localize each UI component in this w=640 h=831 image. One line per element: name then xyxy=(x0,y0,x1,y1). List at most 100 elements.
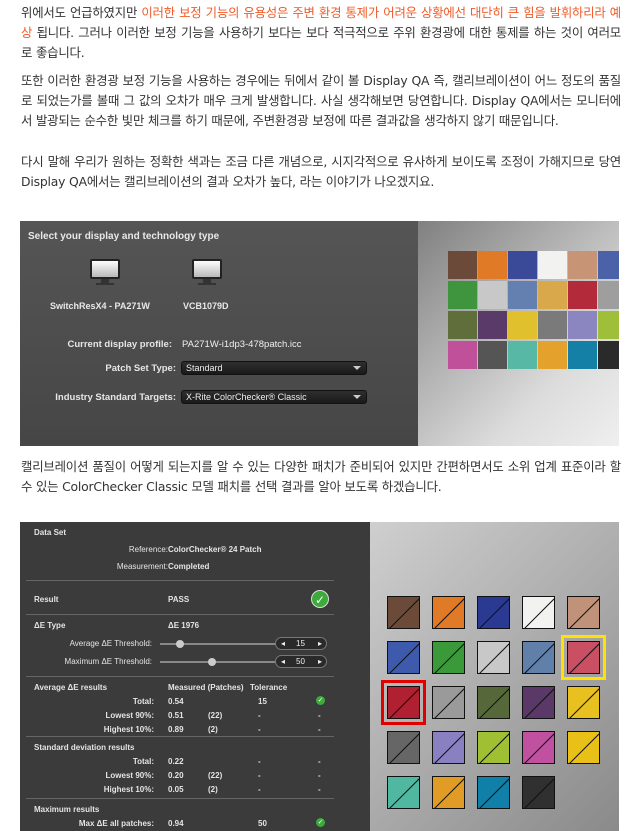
result-patch[interactable] xyxy=(567,686,600,719)
row-tolerance: - xyxy=(258,757,261,766)
max-threshold-slider[interactable] xyxy=(160,658,280,666)
color-patch xyxy=(478,281,507,309)
patch-set-label: Patch Set Type: xyxy=(105,363,176,374)
result-patch[interactable] xyxy=(477,776,510,809)
row-label: Lowest 90%: xyxy=(105,711,154,720)
color-patch xyxy=(538,251,567,279)
row-tolerance: 50 xyxy=(258,819,267,828)
result-patch[interactable] xyxy=(432,731,465,764)
result-patch[interactable] xyxy=(522,596,555,629)
color-patch xyxy=(538,311,567,339)
color-patch xyxy=(508,311,537,339)
color-patch xyxy=(448,251,477,279)
row-tolerance: 15 xyxy=(258,697,267,706)
row-value: 0.94 xyxy=(168,819,184,828)
slider-knob[interactable] xyxy=(176,640,184,648)
std-results-heading: Standard deviation results xyxy=(34,743,135,752)
slider-knob[interactable] xyxy=(208,658,216,666)
display-qa-setup-screenshot: Select your display and technology type … xyxy=(20,221,619,446)
result-patch[interactable] xyxy=(381,680,426,725)
result-patch[interactable] xyxy=(387,641,420,674)
row-label: Total: xyxy=(132,697,154,706)
result-patch[interactable] xyxy=(387,776,420,809)
result-patch[interactable] xyxy=(477,686,510,719)
max-threshold-value: 50 xyxy=(296,657,305,666)
display-qa-results-screenshot: Data Set Reference: ColorChecker® 24 Pat… xyxy=(20,522,619,831)
paragraph-ambient-light: 또한 이러한 환경광 보정 기능을 사용하는 경우에는 뒤에서 같이 볼 Dis… xyxy=(21,73,621,128)
result-patch[interactable] xyxy=(387,596,420,629)
avg-results-heading: Average ΔE results xyxy=(34,683,108,692)
row-mark: - xyxy=(318,771,321,780)
result-patch[interactable] xyxy=(477,731,510,764)
divider xyxy=(26,676,334,677)
result-patch[interactable] xyxy=(432,596,465,629)
pass-check-icon: ✓ xyxy=(311,590,329,608)
row-patches: (2) xyxy=(208,725,218,734)
dataset-heading: Data Set xyxy=(34,528,67,537)
avg-threshold-stepper[interactable]: ◂ 15 ▸ xyxy=(275,637,327,650)
avg-threshold-value: 15 xyxy=(296,639,305,648)
avg-threshold-label: Average ΔE Threshold: xyxy=(69,639,152,648)
row-tolerance: - xyxy=(258,725,261,734)
row-label: Highest 10%: xyxy=(103,725,154,734)
result-label: Result xyxy=(34,595,59,604)
row-value: 0.54 xyxy=(168,697,184,706)
targets-label: Industry Standard Targets: xyxy=(55,392,176,403)
de-type-value: ΔE 1976 xyxy=(168,621,200,630)
chevron-down-icon xyxy=(353,395,361,399)
monitor-icon[interactable] xyxy=(192,259,222,285)
max-threshold-label: Maximum ΔE Threshold: xyxy=(64,657,152,666)
de-type-label: ΔE Type xyxy=(34,621,66,630)
profile-label: Current display profile: xyxy=(67,339,172,350)
avg-threshold-slider[interactable] xyxy=(160,640,280,648)
patch-set-value: Standard xyxy=(186,363,223,373)
paragraph-intro: 위에서도 언급하였지만 이러한 보정 기능의 유용성은 주변 환경 통제가 어려… xyxy=(21,3,621,63)
row-mark: - xyxy=(318,725,321,734)
color-patch xyxy=(538,341,567,369)
row-patches: (22) xyxy=(208,771,223,780)
patch-set-dropdown[interactable]: Standard xyxy=(181,361,367,375)
column-tolerance: Tolerance xyxy=(250,683,288,692)
color-patch xyxy=(538,281,567,309)
max-threshold-stepper[interactable]: ◂ 50 ▸ xyxy=(275,655,327,668)
color-patch xyxy=(568,281,597,309)
display-label-1: SwitchResX4 - PA271W xyxy=(50,301,150,311)
result-patch[interactable] xyxy=(522,641,555,674)
divider xyxy=(26,580,334,581)
colorchecker-preview xyxy=(418,221,619,446)
reference-label: Reference: xyxy=(128,545,168,554)
targets-dropdown[interactable]: X-Rite ColorChecker® Classic xyxy=(181,390,367,404)
divider xyxy=(26,798,334,799)
result-patch[interactable] xyxy=(567,596,600,629)
monitor-icon[interactable] xyxy=(90,259,120,285)
result-patch[interactable] xyxy=(522,731,555,764)
result-patch[interactable] xyxy=(561,635,606,680)
result-patch[interactable] xyxy=(522,686,555,719)
result-patch[interactable] xyxy=(387,731,420,764)
color-patch xyxy=(508,341,537,369)
chevron-down-icon xyxy=(353,366,361,370)
row-label: Total: xyxy=(132,757,154,766)
measurement-value: Completed xyxy=(168,562,210,571)
color-patch xyxy=(568,311,597,339)
result-patch[interactable] xyxy=(432,641,465,674)
color-patch xyxy=(598,281,619,309)
result-patch[interactable] xyxy=(477,641,510,674)
color-patch xyxy=(508,251,537,279)
max-results-heading: Maximum results xyxy=(34,805,100,814)
result-patch[interactable] xyxy=(477,596,510,629)
row-value: 0.51 xyxy=(168,711,184,720)
row-value: 0.20 xyxy=(168,771,184,780)
row-tolerance: - xyxy=(258,711,261,720)
result-patch[interactable] xyxy=(567,731,600,764)
result-patch[interactable] xyxy=(432,776,465,809)
color-patch xyxy=(448,341,477,369)
check-icon: ✓ xyxy=(316,696,325,705)
result-value: PASS xyxy=(168,595,190,604)
profile-value: PA271W-i1dp3-478patch.icc xyxy=(182,339,302,350)
row-mark: - xyxy=(318,711,321,720)
check-icon: ✓ xyxy=(316,818,325,827)
row-label: Lowest 90%: xyxy=(105,771,154,780)
result-patch[interactable] xyxy=(432,686,465,719)
result-patch[interactable] xyxy=(522,776,555,809)
